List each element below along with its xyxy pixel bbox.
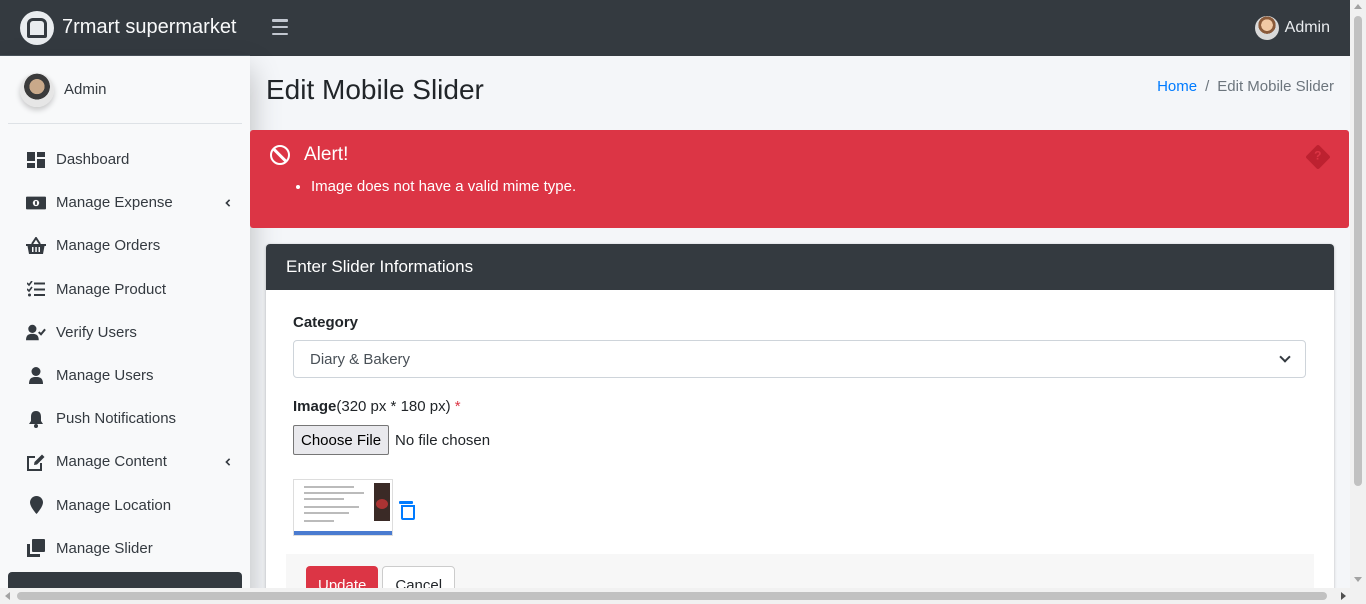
breadcrumb: Home / Edit Mobile Slider	[1157, 78, 1334, 95]
chevron-left-icon	[225, 458, 231, 466]
sidebar-item-manage-product[interactable]: Manage Product	[8, 268, 242, 311]
page-title: Edit Mobile Slider	[266, 74, 484, 105]
sidebar: Admin Dashboard Manage Expense Manage Or…	[0, 56, 250, 604]
image-thumbnail	[293, 479, 393, 536]
menu-toggle-icon[interactable]	[272, 19, 288, 35]
sidebar-item-manage-location[interactable]: Manage Location	[8, 484, 242, 527]
sidebar-item-label: Manage Location	[56, 496, 172, 514]
alert-title: Alert!	[304, 144, 349, 165]
breadcrumb-current: Edit Mobile Slider	[1217, 78, 1334, 95]
sidebar-item-manage-slider[interactable]: Manage Slider	[8, 527, 242, 570]
trash-icon[interactable]	[399, 500, 415, 520]
map-marker-icon	[26, 496, 46, 515]
sidebar-item-label: Push Notifications	[56, 410, 177, 428]
image-field-label: Image(320 px * 180 px) *	[293, 398, 1307, 415]
horizontal-scrollbar-thumb[interactable]	[17, 592, 1327, 600]
slider-form: Category Diary & Bakery Image(320 px * 1…	[266, 290, 1334, 560]
dashboard-icon	[26, 151, 46, 169]
sidebar-item-label: Manage Orders	[56, 237, 161, 255]
image-preview-row	[293, 479, 1307, 536]
sidebar-item-label: Manage Expense	[56, 194, 173, 212]
sidebar-item-manage-content[interactable]: Manage Content	[8, 440, 242, 483]
sidebar-item-label: Manage Content	[56, 453, 167, 471]
clone-icon	[26, 539, 46, 558]
sidebar-item-label: Manage Product	[56, 280, 167, 298]
sidebar-item-label: Verify Users	[56, 323, 137, 341]
main-content: Edit Mobile Slider Home / Edit Mobile Sl…	[250, 56, 1350, 604]
sidebar-user-panel: Admin	[8, 56, 242, 124]
sidebar-item-manage-expense[interactable]: Manage Expense	[8, 181, 242, 224]
alert-message-list: Image does not have a valid mime type.	[311, 178, 1329, 195]
sidebar-item-dashboard[interactable]: Dashboard	[8, 138, 242, 181]
top-user-menu[interactable]: Admin	[1254, 16, 1330, 40]
basket-icon	[26, 237, 46, 255]
breadcrumb-separator: /	[1205, 78, 1210, 95]
sidebar-nav: Dashboard Manage Expense Manage Orders M…	[0, 138, 250, 570]
scroll-right-icon[interactable]	[1341, 592, 1346, 600]
file-status-text: No file chosen	[395, 431, 491, 449]
category-selected-value: Diary & Bakery	[310, 350, 411, 368]
sidebar-item-manage-orders[interactable]: Manage Orders	[8, 224, 242, 267]
error-alert: Alert! Image does not have a valid mime …	[250, 130, 1349, 228]
top-user-name: Admin	[1284, 19, 1330, 36]
vertical-scrollbar-thumb[interactable]	[1354, 16, 1362, 486]
scroll-down-icon[interactable]	[1354, 577, 1362, 582]
horizontal-scrollbar[interactable]	[0, 588, 1366, 604]
choose-file-button[interactable]: Choose File	[293, 425, 390, 455]
image-file-input: Choose File No file chosen	[293, 425, 1307, 455]
bell-icon	[26, 410, 46, 428]
tasks-icon	[26, 280, 46, 298]
money-icon	[26, 194, 46, 212]
brand-link[interactable]: 7rmart supermarket	[0, 0, 250, 56]
vertical-scrollbar[interactable]	[1350, 0, 1366, 588]
avatar	[1254, 16, 1279, 40]
edit-icon	[26, 453, 46, 471]
scroll-up-icon[interactable]	[1354, 4, 1362, 9]
ban-icon	[270, 145, 290, 165]
avatar	[20, 72, 54, 107]
slider-form-card: Enter Slider Informations Category Diary…	[266, 244, 1334, 604]
chevron-left-icon	[225, 199, 231, 207]
alert-message: Image does not have a valid mime type.	[311, 178, 1329, 195]
user-icon	[26, 367, 46, 385]
image-label: Image	[293, 398, 337, 415]
image-size-hint: (320 px * 180 px)	[336, 398, 451, 415]
category-label: Category	[293, 314, 359, 331]
sidebar-item-label: Manage Users	[56, 367, 154, 385]
user-check-icon	[26, 323, 46, 341]
required-mark: *	[454, 398, 461, 415]
breadcrumb-home-link[interactable]: Home	[1157, 78, 1197, 95]
brand-name: 7rmart supermarket	[62, 16, 237, 38]
card-title: Enter Slider Informations	[266, 244, 1334, 290]
sidebar-item-verify-users[interactable]: Verify Users	[8, 311, 242, 354]
sidebar-item-label: Dashboard	[56, 151, 130, 169]
sidebar-item-manage-users[interactable]: Manage Users	[8, 354, 242, 397]
sidebar-item-label: Manage Slider	[56, 539, 153, 557]
brand-logo-icon	[20, 10, 54, 45]
sidebar-item-push-notifications[interactable]: Push Notifications	[8, 397, 242, 440]
category-select[interactable]: Diary & Bakery	[293, 340, 1306, 378]
scroll-left-icon[interactable]	[5, 592, 10, 600]
sidebar-user-name[interactable]: Admin	[64, 81, 107, 98]
chevron-down-icon	[1279, 351, 1291, 363]
